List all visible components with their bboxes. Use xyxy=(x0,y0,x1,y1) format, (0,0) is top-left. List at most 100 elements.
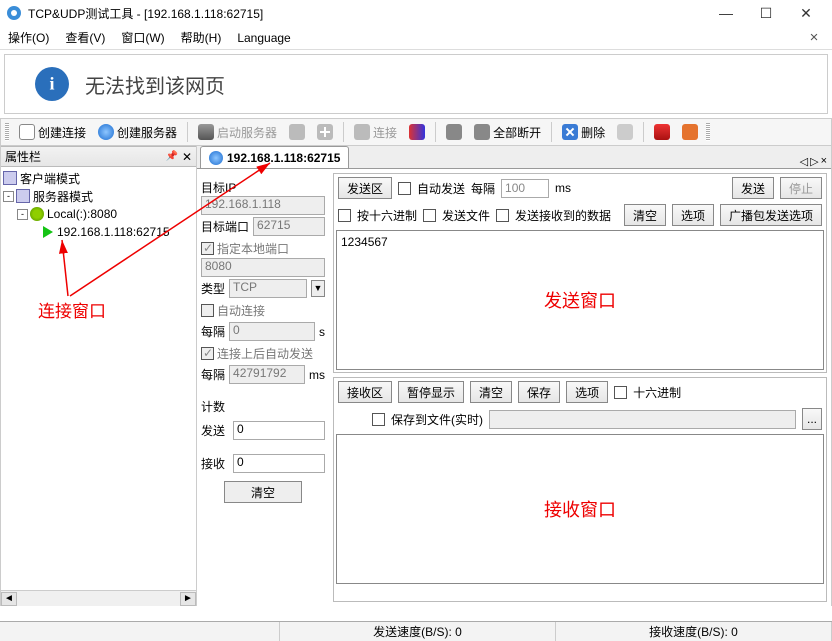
send-received-checkbox[interactable] xyxy=(496,209,509,222)
pause-button[interactable]: 暂停显示 xyxy=(398,381,464,403)
stop-tool-button[interactable] xyxy=(650,122,674,142)
globe-icon xyxy=(98,124,114,140)
delete-all-button[interactable] xyxy=(613,122,637,142)
save-to-file-checkbox[interactable] xyxy=(372,413,385,426)
tree-client-mode[interactable]: 客户端模式 xyxy=(3,169,194,187)
create-conn-button[interactable]: 创建连接 xyxy=(15,122,90,143)
banner-text: 无法找到该网页 xyxy=(85,70,225,99)
tree-conn-node[interactable]: 192.168.1.118:62715 xyxy=(3,223,194,241)
monitor-icon xyxy=(3,171,17,185)
tree-view[interactable]: 客户端模式 - 服务器模式 - Local(:):8080 192.168.1.… xyxy=(1,167,196,590)
connect-button[interactable]: 连接 xyxy=(350,122,401,143)
send-content: 1234567 xyxy=(341,235,388,249)
delete-icon xyxy=(562,124,578,140)
app-icon xyxy=(6,5,22,21)
interval-label: 每隔 xyxy=(201,323,225,340)
count-send-value[interactable]: 0 xyxy=(233,421,325,440)
browse-button[interactable]: ... xyxy=(802,408,822,430)
send-clear-button[interactable]: 清空 xyxy=(624,204,666,226)
tree-server-mode[interactable]: - 服务器模式 xyxy=(3,187,194,205)
scroll-right-icon[interactable]: ► xyxy=(180,592,196,606)
auto-connect-checkbox[interactable]: 自动连接 xyxy=(201,302,265,319)
ms-unit: ms xyxy=(309,368,325,382)
recv-speed: 接收速度(B/S): 0 xyxy=(556,622,832,641)
target-ip-label: 目标IP xyxy=(201,179,325,196)
seconds-unit: s xyxy=(319,325,325,339)
recv-options-button[interactable]: 选项 xyxy=(566,381,608,403)
scroll-left-icon[interactable]: ◄ xyxy=(1,592,17,606)
auto-send-ms-input[interactable]: 42791792 xyxy=(229,365,305,384)
create-server-button[interactable]: 创建服务器 xyxy=(94,122,181,143)
menu-operate[interactable]: 操作(O) xyxy=(8,29,49,46)
conn-props: 目标IP 192.168.1.118 目标端口 62715 ✓指定本地端口 80… xyxy=(197,169,329,606)
dropdown-icon[interactable]: ▼ xyxy=(311,280,325,297)
tab-close-icon[interactable]: × xyxy=(821,155,827,168)
start-server-button[interactable]: 启动服务器 xyxy=(194,122,281,143)
toolbar-handle-2[interactable] xyxy=(706,123,710,141)
send-textarea[interactable]: 1234567 发送窗口 xyxy=(336,230,824,370)
pin-icon[interactable]: 📌 xyxy=(165,151,177,162)
panel-close-icon[interactable]: ✕ xyxy=(182,150,192,164)
remove-server-button[interactable] xyxy=(313,122,337,142)
send-file-checkbox[interactable] xyxy=(423,209,436,222)
broadcast-button[interactable]: 广播包发送选项 xyxy=(720,204,822,226)
disconnect-all-button[interactable]: 全部断开 xyxy=(470,122,545,143)
target-ip-input[interactable]: 192.168.1.118 xyxy=(201,196,325,215)
ms-label: ms xyxy=(555,181,571,195)
auto-send-interval-input[interactable]: 100 xyxy=(501,179,549,198)
tabbar: 192.168.1.118:62715 ◁ ▷ × xyxy=(197,146,831,169)
conn-window-annotation: 连接窗口 xyxy=(38,297,106,322)
auto-send-checkbox[interactable] xyxy=(398,182,411,195)
auto-send-label: 自动发送 xyxy=(417,180,465,197)
maximize-button[interactable]: ☐ xyxy=(746,2,786,24)
recv-clear-button[interactable]: 清空 xyxy=(470,381,512,403)
send-button[interactable]: 发送 xyxy=(732,177,774,199)
tab-connection[interactable]: 192.168.1.118:62715 xyxy=(200,146,349,168)
stop-server-button[interactable] xyxy=(285,122,309,142)
save-file-path-input[interactable] xyxy=(489,410,796,429)
stop-button[interactable]: 停止 xyxy=(780,177,822,199)
type-select[interactable]: TCP xyxy=(229,279,307,298)
send-area-title: 发送区 xyxy=(338,177,392,199)
file-icon xyxy=(19,124,35,140)
recv-hex-checkbox[interactable] xyxy=(614,386,627,399)
menu-window[interactable]: 窗口(W) xyxy=(121,29,164,46)
close-button[interactable]: ✕ xyxy=(786,2,826,24)
send-options-button[interactable]: 选项 xyxy=(672,204,714,226)
delete-button[interactable]: 删除 xyxy=(558,122,609,143)
target-port-input[interactable]: 62715 xyxy=(253,217,325,236)
local-port-input[interactable]: 8080 xyxy=(201,258,325,277)
server-icon xyxy=(198,124,214,140)
collapse-icon[interactable]: - xyxy=(3,191,14,202)
count-recv-value[interactable]: 0 xyxy=(233,454,325,473)
menu-close-icon[interactable]: × xyxy=(804,29,824,46)
main-area: 192.168.1.118:62715 ◁ ▷ × 目标IP 192.168.1… xyxy=(197,146,832,606)
count-clear-button[interactable]: 清空 xyxy=(224,481,302,503)
tab-nav: ◁ ▷ × xyxy=(800,155,831,168)
count-send-label: 发送 xyxy=(201,422,229,439)
hex-checkbox[interactable] xyxy=(338,209,351,222)
tab-next-icon[interactable]: ▷ xyxy=(810,155,818,168)
menu-language[interactable]: Language xyxy=(237,31,290,45)
save-button[interactable]: 保存 xyxy=(518,381,560,403)
auto-send-on-connect-checkbox[interactable]: ✓连接上后自动发送 xyxy=(201,345,313,362)
unknown-tool-1[interactable] xyxy=(405,122,429,142)
menu-help[interactable]: 帮助(H) xyxy=(181,29,222,46)
panel-hscroll[interactable]: ◄ ► xyxy=(1,590,196,606)
send-window-annotation: 发送窗口 xyxy=(544,287,616,313)
menu-view[interactable]: 查看(V) xyxy=(65,29,105,46)
auto-conn-interval-input[interactable]: 0 xyxy=(229,322,315,341)
toolbar-handle[interactable] xyxy=(5,123,9,141)
minimize-button[interactable]: — xyxy=(706,2,746,24)
properties-panel: 属性栏 📌 ✕ 客户端模式 - 服务器模式 - Local(:):8080 xyxy=(0,146,197,606)
unknown-tool-2[interactable] xyxy=(442,122,466,142)
specify-local-checkbox[interactable]: ✓指定本地端口 xyxy=(201,240,289,257)
link-icon xyxy=(354,124,370,140)
count-title: 计数 xyxy=(201,398,325,415)
tree-local-node[interactable]: - Local(:):8080 xyxy=(3,205,194,223)
help-button[interactable] xyxy=(678,122,702,142)
recv-textarea[interactable]: 接收窗口 xyxy=(336,434,824,584)
collapse-icon[interactable]: - xyxy=(17,209,28,220)
tab-prev-icon[interactable]: ◁ xyxy=(800,155,808,168)
play-icon xyxy=(43,226,53,238)
